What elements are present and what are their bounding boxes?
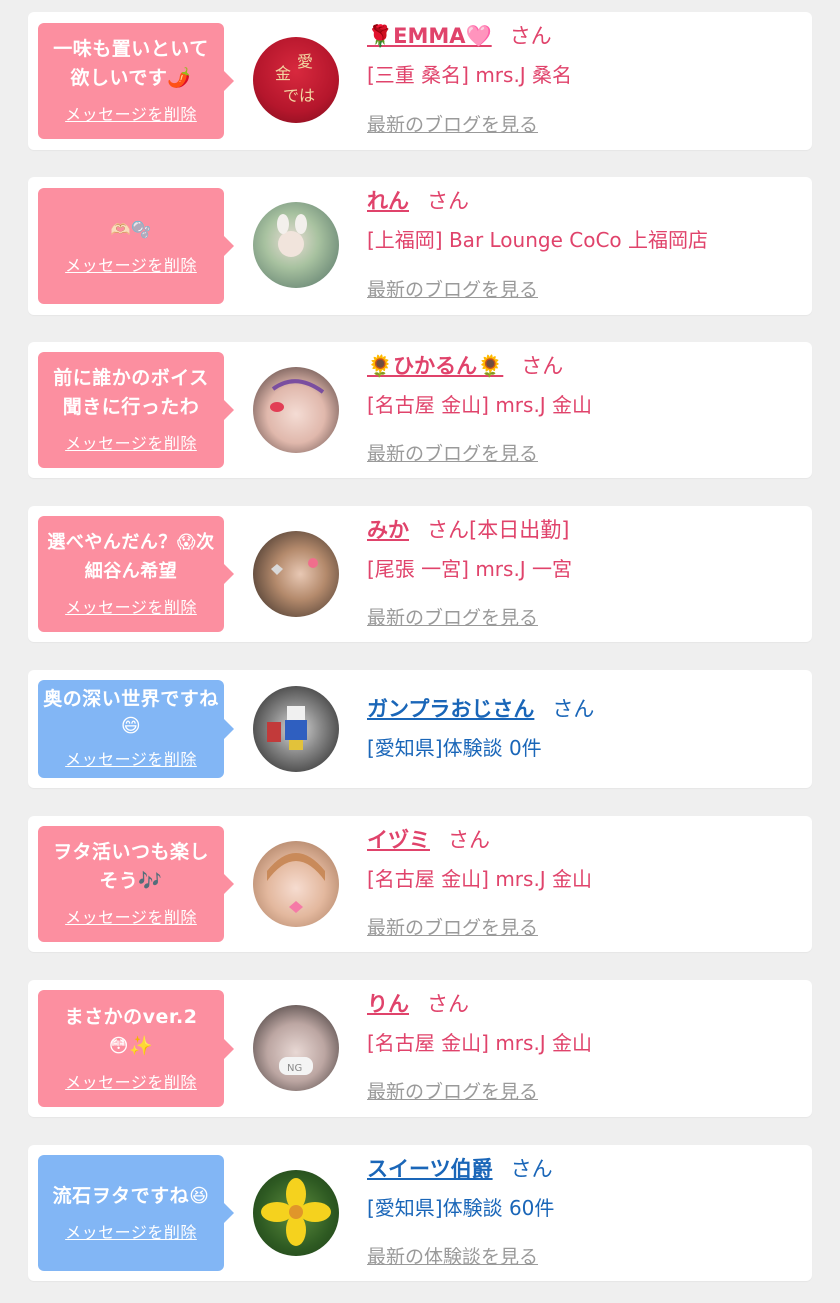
user-name-link[interactable]: れん [367, 189, 409, 213]
message-bubble: 🫶🏻🫧 メッセージを削除 [38, 188, 234, 304]
latest-blog-link[interactable]: 最新のブログを見る [367, 1077, 538, 1104]
latest-blog-link[interactable]: 最新のブログを見る [367, 439, 538, 466]
avatar[interactable] [253, 686, 339, 772]
avatar[interactable]: NG [253, 1005, 339, 1091]
shop-label: [名古屋 金山] mrs.J 金山 [367, 1031, 593, 1055]
user-name-link[interactable]: 🌻ひかるん🌻 [367, 354, 503, 378]
honorific: さん [427, 189, 469, 213]
svg-text:愛: 愛 [297, 52, 313, 71]
shop-label: [上福岡] Bar Lounge CoCo 上福岡店 [367, 228, 709, 252]
user-name-link[interactable]: みか [367, 518, 409, 542]
honorific: さん [509, 24, 552, 48]
user-name-link[interactable]: ガンプラおじさん [367, 697, 534, 721]
user-name-link[interactable]: スイーツ伯爵 [367, 1157, 493, 1181]
shop-label: [尾張 一宮] mrs.J 一宮 [367, 557, 573, 581]
message-card: 🫶🏻🫧 メッセージを削除 れん さん [上福岡] Bar Lounge CoCo … [28, 177, 812, 315]
avatar[interactable]: 金愛では [253, 37, 339, 123]
message-bubble: まさかのver.2😳✨ メッセージを削除 [38, 990, 234, 1107]
honorific: さん [448, 828, 490, 852]
message-card: 前に誰かのボイス聞きに行ったわ メッセージを削除 🌻ひかるん🌻 さん [名古屋 金… [28, 342, 812, 478]
review-count-label: [愛知県]体験談 0件 [367, 736, 542, 760]
user-info: れん さん [上福岡] Bar Lounge CoCo 上福岡店 [367, 187, 708, 253]
delete-message-link[interactable]: メッセージを削除 [65, 252, 197, 276]
user-info: みか さん[本日出勤] [尾張 一宮] mrs.J 一宮 [367, 516, 572, 582]
user-name-link[interactable]: りん [367, 992, 409, 1016]
message-text: 一味も置いといて欲しいです🌶️ [53, 38, 209, 89]
message-card: 流石ヲタですね😆 メッセージを削除 スイーツ伯爵 さん [愛知県]体験談 60件 … [28, 1145, 812, 1281]
latest-blog-link[interactable]: 最新のブログを見る [367, 275, 538, 302]
avatar[interactable] [253, 841, 339, 927]
message-card: ヲタ活いつも楽しそう🎶 メッセージを削除 イヅミ さん [名古屋 金山] mrs.… [28, 816, 812, 952]
user-name-link[interactable]: 🌹EMMA🩷 [367, 24, 492, 48]
message-text: 奥の深い世界ですね😄 [43, 688, 219, 737]
svg-text:では: では [283, 86, 315, 105]
message-text: 🫶🏻🫧 [110, 219, 152, 239]
shop-label: [名古屋 金山] mrs.J 金山 [367, 867, 593, 891]
message-text: 前に誰かのボイス聞きに行ったわ [53, 367, 209, 418]
delete-message-link[interactable]: メッセージを削除 [65, 1219, 197, 1243]
honorific: さん [510, 1157, 553, 1181]
delete-message-link[interactable]: メッセージを削除 [65, 1069, 197, 1093]
user-info: 🌻ひかるん🌻 さん [名古屋 金山] mrs.J 金山 [367, 352, 592, 418]
honorific: さん [427, 992, 469, 1016]
message-card: 選べやんだん？😱次細谷ん希望 メッセージを削除 みか さん[本日出勤] [尾張 一… [28, 506, 812, 642]
delete-message-link[interactable]: メッセージを削除 [65, 746, 197, 770]
avatar[interactable] [253, 531, 339, 617]
user-info: 🌹EMMA🩷 さん [三重 桑名] mrs.J 桑名 [367, 22, 572, 88]
user-name-link[interactable]: イヅミ [367, 828, 430, 852]
message-bubble: ヲタ活いつも楽しそう🎶 メッセージを削除 [38, 826, 234, 942]
shop-label: [三重 桑名] mrs.J 桑名 [367, 63, 573, 87]
user-info: りん さん [名古屋 金山] mrs.J 金山 [367, 990, 592, 1056]
latest-review-link[interactable]: 最新の体験談を見る [367, 1242, 538, 1269]
delete-message-link[interactable]: メッセージを削除 [65, 430, 197, 454]
user-info: スイーツ伯爵 さん [愛知県]体験談 60件 [367, 1155, 554, 1221]
message-card: 一味も置いといて欲しいです🌶️ メッセージを削除 金愛では 🌹EMMA🩷 さん [… [28, 12, 812, 150]
avatar[interactable] [253, 1170, 339, 1256]
svg-text:NG: NG [287, 1063, 302, 1074]
latest-blog-link[interactable]: 最新のブログを見る [367, 913, 538, 940]
message-bubble: 奥の深い世界ですね😄 メッセージを削除 [38, 680, 234, 778]
message-text: ヲタ活いつも楽しそう🎶 [52, 841, 209, 892]
latest-blog-link[interactable]: 最新のブログを見る [367, 110, 538, 137]
avatar[interactable] [253, 367, 339, 453]
message-bubble: 選べやんだん？😱次細谷ん希望 メッセージを削除 [38, 516, 234, 632]
delete-message-link[interactable]: メッセージを削除 [65, 594, 197, 618]
honorific: さん [521, 354, 564, 378]
delete-message-link[interactable]: メッセージを削除 [65, 904, 197, 928]
message-text: 選べやんだん？😱次細谷ん希望 [47, 532, 215, 582]
honorific: さん[本日出勤] [427, 518, 570, 542]
delete-message-link[interactable]: メッセージを削除 [65, 101, 197, 125]
message-text: まさかのver.2😳✨ [64, 1005, 198, 1057]
message-text: 流石ヲタですね😆 [52, 1184, 210, 1207]
shop-label: [名古屋 金山] mrs.J 金山 [367, 393, 593, 417]
message-bubble: 前に誰かのボイス聞きに行ったわ メッセージを削除 [38, 352, 234, 468]
svg-text:金: 金 [275, 64, 291, 83]
message-card: まさかのver.2😳✨ メッセージを削除 NG りん さん [名古屋 金山] mr… [28, 980, 812, 1117]
review-count-label: [愛知県]体験談 60件 [367, 1196, 555, 1220]
message-bubble: 一味も置いといて欲しいです🌶️ メッセージを削除 [38, 23, 234, 139]
message-card: 奥の深い世界ですね😄 メッセージを削除 ガンプラおじさん さん [愛知県]体験談 … [28, 670, 812, 788]
honorific: さん [552, 697, 595, 721]
latest-blog-link[interactable]: 最新のブログを見る [367, 603, 538, 630]
avatar[interactable] [253, 202, 339, 288]
message-bubble: 流石ヲタですね😆 メッセージを削除 [38, 1155, 234, 1271]
user-info: ガンプラおじさん さん [愛知県]体験談 0件 [367, 695, 594, 761]
user-info: イヅミ さん [名古屋 金山] mrs.J 金山 [367, 826, 592, 892]
